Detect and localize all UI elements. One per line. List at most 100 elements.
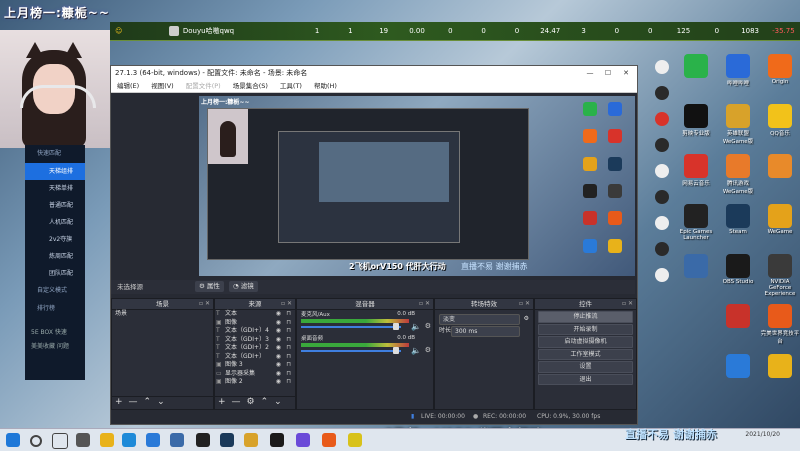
- app-icon[interactable]: [296, 433, 310, 447]
- source-item[interactable]: T 文本 ◉ ⊓: [215, 310, 295, 319]
- desktop-icon[interactable]: 网易云音乐: [676, 154, 716, 194]
- lock-icon[interactable]: ⊓: [286, 370, 291, 379]
- exit-button[interactable]: 退出: [538, 373, 633, 385]
- lock-icon[interactable]: ⊓: [286, 344, 291, 353]
- maximize-button[interactable]: ☐: [599, 66, 617, 80]
- eye-icon[interactable]: ◉: [276, 361, 281, 370]
- add-scene-button[interactable]: +: [112, 397, 126, 407]
- move-down-button[interactable]: ⌄: [271, 397, 285, 407]
- folder-icon[interactable]: [100, 433, 114, 447]
- app-icon[interactable]: [655, 242, 669, 256]
- eye-icon[interactable]: ◉: [276, 327, 281, 336]
- move-up-button[interactable]: ⌃: [141, 397, 155, 407]
- move-down-button[interactable]: ⌄: [154, 397, 168, 407]
- match-item-weekly[interactable]: 炼周匹配: [25, 248, 85, 265]
- chat-icon[interactable]: [655, 268, 669, 282]
- undock-icon[interactable]: ▫ ✕: [419, 299, 430, 309]
- volume-slider-knob[interactable]: [393, 323, 399, 330]
- app-icon[interactable]: [655, 164, 669, 178]
- transition-select[interactable]: 淡变: [439, 314, 520, 325]
- duration-input[interactable]: 300 ms: [451, 326, 520, 337]
- eye-icon[interactable]: ◉: [276, 353, 281, 362]
- volume-slider[interactable]: [301, 326, 401, 328]
- app-icon[interactable]: [655, 216, 669, 230]
- match-item-2v2[interactable]: 2v2夺旗: [25, 231, 85, 248]
- close-button[interactable]: ✕: [617, 66, 635, 80]
- desktop-icon[interactable]: OBS Studio: [718, 254, 758, 294]
- menu-tools[interactable]: 工具(T): [274, 80, 308, 92]
- desktop-icon[interactable]: Epic Games Launcher: [676, 204, 716, 244]
- move-up-button[interactable]: ⌃: [258, 397, 272, 407]
- source-settings-button[interactable]: ⚙: [244, 397, 258, 407]
- box-link[interactable]: 5E BOX: [31, 329, 53, 336]
- source-item[interactable]: T 文本（GDI+）4 ◉ ⊓: [215, 327, 295, 336]
- source-item[interactable]: ▣ 图像 ◉ ⊓: [215, 319, 295, 328]
- undock-icon[interactable]: ▫ ✕: [281, 299, 292, 309]
- app-icon[interactable]: [244, 433, 258, 447]
- source-item[interactable]: T 文本（GDI+）3 ◉ ⊓: [215, 336, 295, 345]
- menu-view[interactable]: 视图(V): [145, 80, 180, 92]
- speaker-icon[interactable]: 🔈: [411, 322, 421, 331]
- start-menu-icon[interactable]: [6, 433, 20, 447]
- filters-button[interactable]: ◔ 滤镜: [229, 281, 258, 292]
- explorer-icon[interactable]: [76, 433, 90, 447]
- source-item[interactable]: T 文本（GDI+）2 ◉ ⊓: [215, 344, 295, 353]
- menu-help[interactable]: 帮助(H): [308, 80, 343, 92]
- properties-button[interactable]: ⚙ 属性: [195, 281, 224, 292]
- menu-scene-collection[interactable]: 场景集合(S): [227, 80, 274, 92]
- desktop-icon[interactable]: [676, 54, 716, 94]
- match-item-bot[interactable]: 人机匹配: [25, 214, 85, 231]
- source-item[interactable]: ▣ 图像 2 ◉ ⊓: [215, 378, 295, 387]
- minimize-button[interactable]: —: [581, 66, 599, 80]
- match-item-ranked-solo[interactable]: 天梯单排: [25, 180, 85, 197]
- app-icon[interactable]: [655, 112, 669, 126]
- desktop-icon[interactable]: Origin: [760, 54, 800, 94]
- undock-icon[interactable]: ▫ ✕: [622, 299, 633, 309]
- app-icon[interactable]: [655, 86, 669, 100]
- desktop-icon[interactable]: Steam: [718, 204, 758, 244]
- desktop-icon[interactable]: QQ音乐: [760, 104, 800, 144]
- undock-icon[interactable]: ▫ ✕: [519, 299, 530, 309]
- desktop-icon[interactable]: 英雄联盟WeGame版: [718, 104, 758, 145]
- search-icon[interactable]: [30, 435, 42, 447]
- start-recording-button[interactable]: 开始录制: [538, 323, 633, 335]
- menu-profile[interactable]: 配置文件(P): [180, 80, 227, 92]
- settings-button[interactable]: 设置: [538, 361, 633, 373]
- desktop-icon[interactable]: 腾讯游戏 WeGame版: [718, 154, 758, 195]
- eye-icon[interactable]: ◉: [276, 378, 281, 387]
- gear-icon[interactable]: ⚙: [425, 322, 431, 330]
- match-item-ranked-team[interactable]: 天梯组排: [25, 163, 85, 180]
- volume-slider[interactable]: [301, 350, 401, 352]
- gear-icon[interactable]: ⚙: [524, 313, 529, 325]
- source-item[interactable]: ▣ 图像 3 ◉ ⊓: [215, 361, 295, 370]
- preview-canvas[interactable]: 上月榜一:糠栀~~ 2飞机orV150 代肝大行动 直播不易 谢谢捕赤: [199, 96, 635, 276]
- custom-mode-link[interactable]: 自定义模式: [25, 282, 85, 300]
- obs-icon[interactable]: [270, 433, 284, 447]
- leaderboard-link[interactable]: 排行榜: [25, 300, 85, 318]
- store-icon[interactable]: [196, 433, 210, 447]
- app-icon[interactable]: [348, 433, 362, 447]
- eye-icon[interactable]: ◉: [276, 336, 281, 345]
- desktop-icon[interactable]: 剪映专业版: [676, 104, 716, 144]
- desktop-icon[interactable]: [676, 254, 716, 294]
- gear-icon[interactable]: ⚙: [425, 346, 431, 354]
- app-icon[interactable]: [170, 433, 184, 447]
- match-item-team[interactable]: 团队匹配: [25, 265, 85, 282]
- desktop-icon[interactable]: [718, 354, 758, 394]
- source-item[interactable]: ▭ 显示器采集 ◉ ⊓: [215, 370, 295, 379]
- app-icon[interactable]: [655, 138, 669, 152]
- app-icon[interactable]: [322, 433, 336, 447]
- desktop-icon[interactable]: WeGame: [760, 204, 800, 244]
- desktop-icon[interactable]: NVIDIA GeForce Experience: [760, 254, 800, 297]
- start-virtual-camera-button[interactable]: 启动虚拟摄像机: [538, 336, 633, 348]
- desktop-icon[interactable]: [760, 154, 800, 194]
- app-icon[interactable]: [655, 60, 669, 74]
- eye-icon[interactable]: ◉: [276, 344, 281, 353]
- lock-icon[interactable]: ⊓: [286, 336, 291, 345]
- match-item-normal[interactable]: 普通匹配: [25, 197, 85, 214]
- source-item[interactable]: T 文本（GDI+） ◉ ⊓: [215, 353, 295, 362]
- steam-icon[interactable]: [220, 433, 234, 447]
- lock-icon[interactable]: ⊓: [286, 310, 291, 319]
- remove-scene-button[interactable]: —: [126, 397, 141, 407]
- desktop-icon[interactable]: [718, 304, 758, 344]
